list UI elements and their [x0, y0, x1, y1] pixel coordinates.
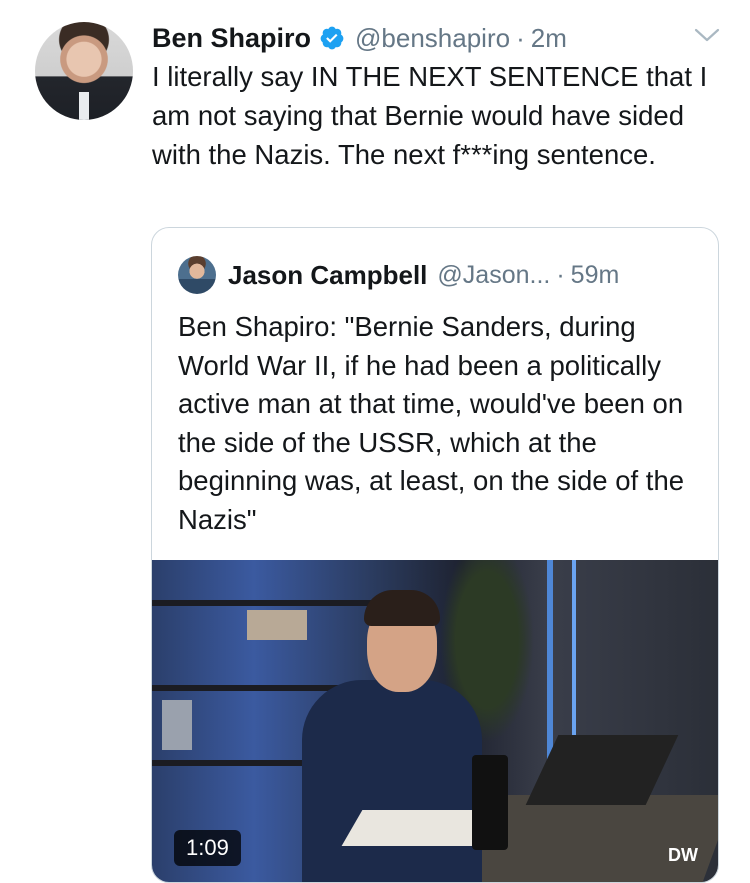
video-person	[364, 590, 440, 626]
video-duration-badge: 1:09	[174, 830, 241, 866]
separator-dot: ·	[516, 22, 525, 53]
tweet-timestamp[interactable]: 2m	[531, 23, 567, 54]
avatar-detail	[79, 92, 89, 120]
video-scenery	[247, 610, 307, 640]
chevron-down-icon[interactable]	[693, 25, 721, 45]
quoted-tweet-card[interactable]: Jason Campbell @Jason... · 59m Ben Shapi…	[151, 227, 719, 883]
video-player[interactable]: 1:09 DW	[152, 560, 718, 882]
quoted-tweet-text: Ben Shapiro: "Bernie Sanders, during Wor…	[178, 311, 685, 535]
separator-dot: ·	[556, 260, 565, 289]
author-handle[interactable]: @benshapiro	[355, 23, 510, 54]
quoted-tweet-header: Jason Campbell @Jason... · 59m	[228, 256, 619, 294]
quoted-author-avatar[interactable]	[178, 256, 216, 294]
video-watermark: DW	[668, 845, 698, 865]
video-scenery	[152, 600, 382, 606]
author-name[interactable]: Ben Shapiro	[152, 23, 311, 54]
tweet-text: I literally say IN THE NEXT SENTENCE tha…	[152, 61, 708, 170]
video-scenery	[472, 755, 508, 850]
verified-badge-icon	[320, 26, 344, 50]
quoted-author-name[interactable]: Jason Campbell	[228, 260, 427, 291]
author-avatar[interactable]	[35, 22, 133, 120]
quoted-tweet-timestamp[interactable]: 59m	[571, 261, 620, 290]
tweet-header: Ben Shapiro @benshapiro · 2m	[152, 18, 567, 58]
video-person	[302, 680, 482, 882]
video-scenery	[162, 700, 192, 750]
quoted-author-handle[interactable]: @Jason...	[437, 261, 550, 290]
